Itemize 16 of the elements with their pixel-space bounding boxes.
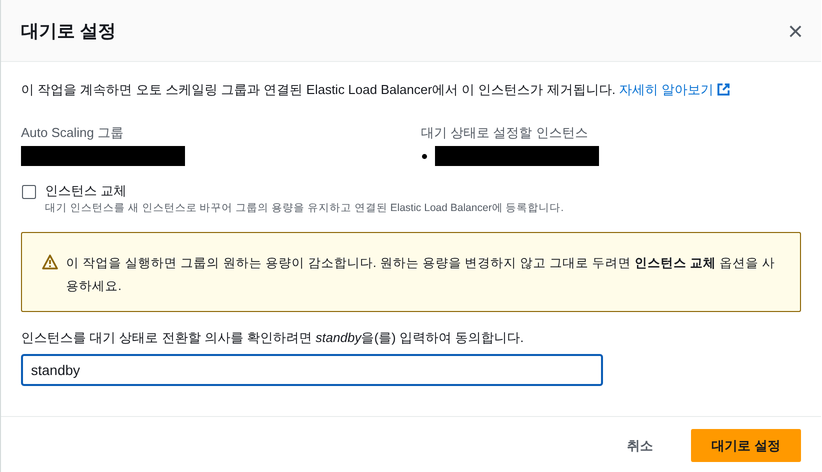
field-label: 대기 상태로 설정할 인스턴스 [421, 124, 589, 142]
checkbox-label: 인스턴스 교체 [45, 182, 128, 200]
dialog-title: 대기로 설정 [21, 20, 116, 42]
input-field[interactable]: standby [21, 354, 603, 386]
learn-more-link[interactable]: 자세히 알아보기 [619, 82, 730, 97]
checkbox[interactable] [22, 185, 36, 199]
warning-icon [42, 254, 58, 270]
close-button[interactable]: × [784, 18, 807, 44]
external-link-icon [717, 83, 730, 96]
field-label: Auto Scaling 그룹 [21, 124, 125, 142]
cancel-button[interactable]: 취소 [605, 429, 675, 462]
intro-text: 이 작업을 계속하면 오토 스케일링 그룹과 연결된 Elastic Load Balancer에서 이 인스턴스가 제거됩니다. [21, 82, 616, 97]
confirm-button[interactable]: 대기로 설정 [691, 429, 801, 462]
checkbox-description: 대기 인스턴스를 새 인스턴스로 바꾸어 그룹의 용량을 유지하고 연결된 Elastic Load Balancer에 등록합니다. [45, 201, 564, 216]
warning-text: 이 작업을 실행하면 그룹의 원하는 용량이 감소합니다. 원하는 용량을 변경하지 않고 그대로 두려면 인스턴스 교체 옵션을 사용하세요. [66, 255, 776, 295]
confirm-prompt: 인스턴스를 대기 상태로 전환할 의사를 확인하려면 standby을(를) 입력하여 동의합니다. [21, 329, 525, 347]
